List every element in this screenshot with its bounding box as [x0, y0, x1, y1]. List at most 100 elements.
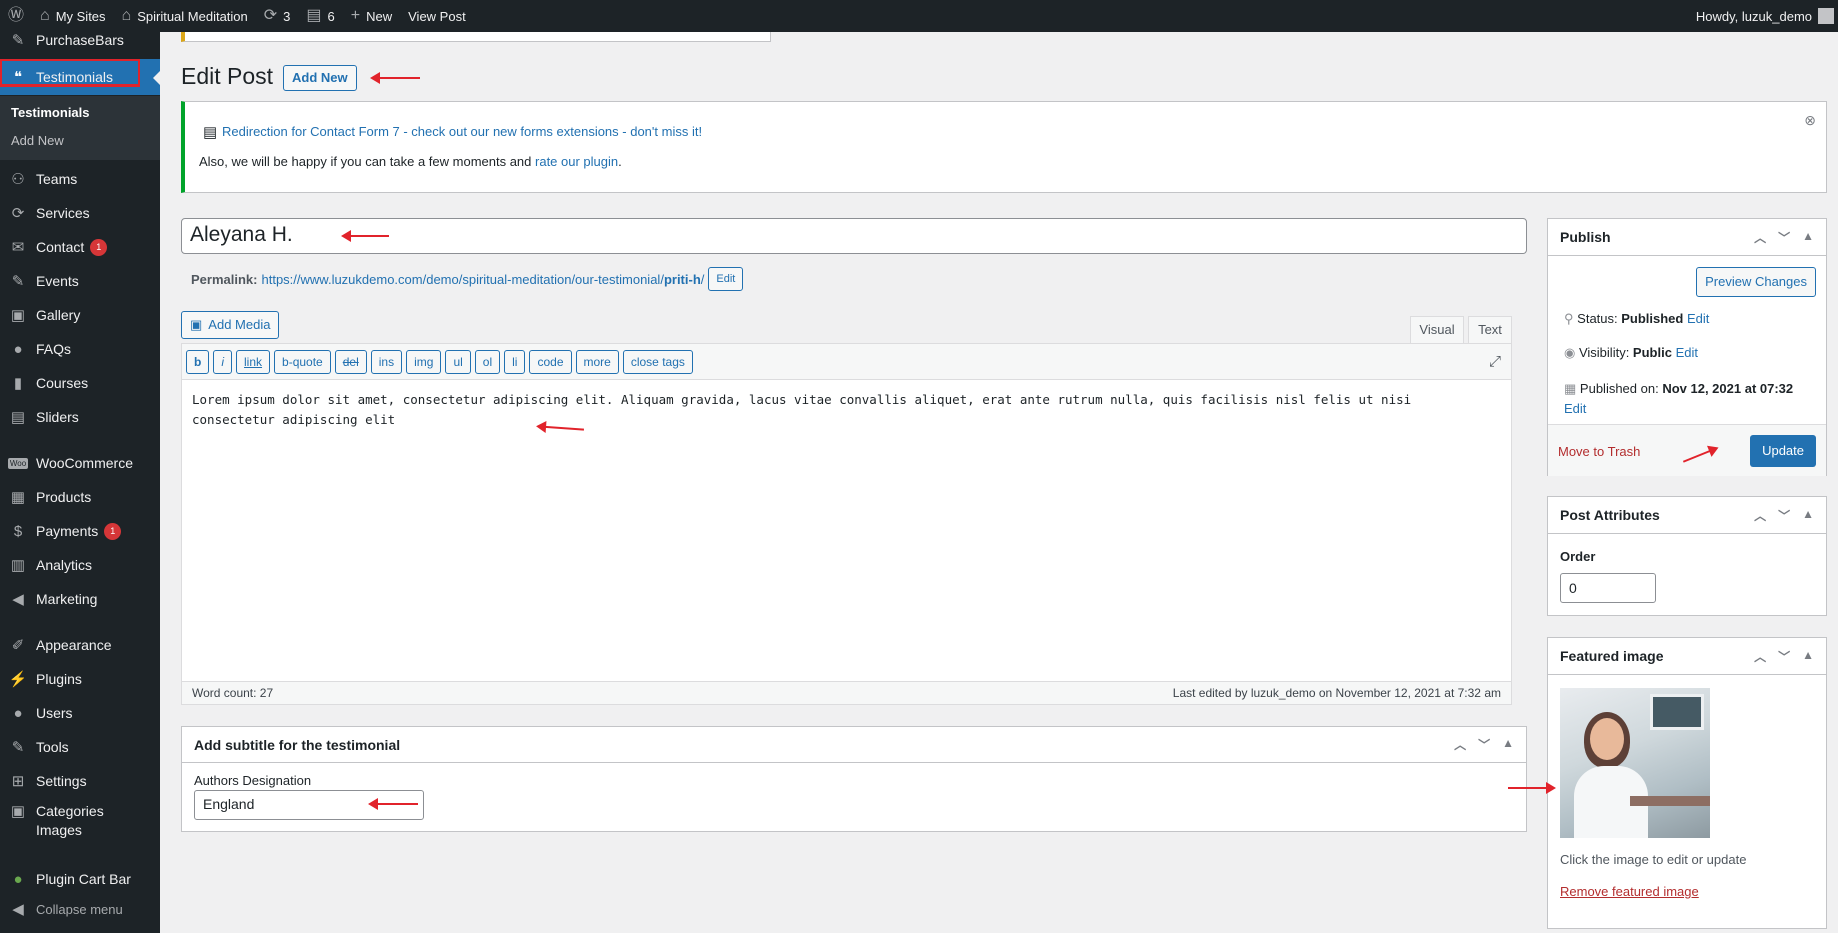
calendar-icon: ▦ — [1564, 381, 1577, 396]
menu-item-marketing[interactable]: ◀ Marketing — [0, 582, 160, 616]
post-attributes-header: Post Attributes ︿ ﹀ ▲ — [1548, 497, 1826, 534]
chevron-down-icon[interactable]: ﹀ — [1778, 648, 1790, 665]
annotation-arrow — [1508, 782, 1556, 794]
fullscreen-icon[interactable]: ⤢ — [1489, 353, 1501, 370]
update-button[interactable]: Update — [1750, 435, 1816, 467]
view-post-link[interactable]: View Post — [400, 0, 474, 32]
status-label: Status: — [1577, 311, 1622, 326]
editor-textarea[interactable]: Lorem ipsum dolor sit amet, consectetur … — [182, 380, 1511, 682]
menu-item-settings[interactable]: ⊞ Settings — [0, 764, 160, 798]
tab-visual[interactable]: Visual — [1410, 316, 1464, 344]
quicktag-bquote[interactable]: b-quote — [274, 349, 331, 374]
page-title: Edit Post — [181, 63, 274, 89]
toggle-icon[interactable]: ▲ — [1802, 507, 1814, 524]
quicktag-del[interactable]: del — [334, 349, 367, 374]
visibility-edit-link[interactable]: Edit — [1676, 345, 1698, 360]
menu-item-sliders[interactable]: ▤ Sliders — [0, 400, 160, 434]
menu-item-faqs[interactable]: ● FAQs — [0, 332, 160, 366]
featured-image-thumbnail[interactable] — [1560, 688, 1710, 838]
chevron-down-icon[interactable]: ﹀ — [1778, 229, 1790, 246]
menu-item-analytics[interactable]: ▥ Analytics — [0, 548, 160, 582]
menu-item-appearance[interactable]: ✐ Appearance — [0, 628, 160, 662]
quicktag-li[interactable]: li — [504, 349, 526, 374]
image-icon: ▣ — [10, 803, 26, 820]
account-menu[interactable]: Howdy, luzuk_demo — [1696, 8, 1838, 24]
menu-item-plugin-cart-bar[interactable]: ● Plugin Cart Bar — [0, 862, 160, 896]
site-name-menu[interactable]: ⌂ Spiritual Meditation — [114, 0, 256, 32]
mail-icon: ✉ — [11, 239, 25, 256]
chevron-up-icon[interactable]: ︿ — [1754, 229, 1766, 246]
quicktag-bold[interactable]: b — [186, 349, 210, 374]
quicktag-img[interactable]: img — [406, 349, 442, 374]
menu-item-courses[interactable]: ▮ Courses — [0, 366, 160, 400]
comment-icon: ▤ — [306, 7, 322, 24]
wordpress-icon: Ⓦ — [8, 7, 25, 24]
quicktag-ins[interactable]: ins — [370, 349, 403, 374]
notice-link[interactable]: Redirection for Contact Form 7 - check o… — [222, 124, 702, 139]
permalink-edit-button[interactable]: Edit — [708, 267, 744, 291]
permalink-link[interactable]: https://www.luzukdemo.com/demo/spiritual… — [261, 272, 704, 287]
menu-item-contact[interactable]: ✉ Contact 1 — [0, 230, 160, 264]
designation-input[interactable]: England — [194, 790, 424, 820]
updates-menu[interactable]: ⟳ 3 — [256, 0, 299, 32]
menu-label: PurchaseBars — [36, 32, 124, 48]
menu-item-plugins[interactable]: ⚡ Plugins — [0, 662, 160, 696]
quicktag-ol[interactable]: ol — [474, 349, 501, 374]
quicktag-italic[interactable]: i — [213, 349, 233, 374]
published-edit-link[interactable]: Edit — [1564, 401, 1586, 416]
menu-item-services[interactable]: ⟳ Services — [0, 196, 160, 230]
menu-item-tools[interactable]: ✎ Tools — [0, 730, 160, 764]
order-input[interactable]: 0 — [1560, 573, 1656, 603]
toggle-icon[interactable]: ▲ — [1802, 229, 1814, 246]
add-new-button[interactable]: Add New — [283, 65, 357, 91]
remove-featured-image-link[interactable]: Remove featured image — [1560, 884, 1699, 899]
publish-header: Publish ︿ ﹀ ▲ — [1548, 219, 1826, 256]
chevron-down-icon[interactable]: ﹀ — [1778, 507, 1790, 524]
menu-label: Images — [36, 822, 82, 838]
chevron-up-icon[interactable]: ︿ — [1454, 736, 1466, 753]
menu-item-events[interactable]: ✎ Events — [0, 264, 160, 298]
status-edit-link[interactable]: Edit — [1687, 311, 1709, 326]
move-to-trash-link[interactable]: Move to Trash — [1558, 444, 1640, 459]
submenu-testimonials[interactable]: Testimonials — [11, 105, 90, 120]
admin-sidebar: ✎ PurchaseBars ❝ Testimonials Testimonials… — [0, 32, 161, 933]
preview-changes-button[interactable]: Preview Changes — [1696, 267, 1816, 297]
tab-text[interactable]: Text — [1468, 316, 1512, 344]
add-media-button[interactable]: ▣ Add Media — [181, 311, 280, 339]
quicktags-toolbar: b i link b-quote del ins img ul ol li co… — [182, 344, 1511, 380]
quicktag-ul[interactable]: ul — [445, 349, 471, 374]
menu-item-purchasebars[interactable]: ✎ PurchaseBars — [0, 32, 160, 48]
menu-item-users[interactable]: ● Users — [0, 696, 160, 730]
new-content-menu[interactable]: + New — [343, 0, 400, 32]
wrench-icon: ✎ — [11, 739, 25, 756]
my-sites-menu[interactable]: ⌂ My Sites — [32, 0, 114, 32]
menu-item-gallery[interactable]: ▣ Gallery — [0, 298, 160, 332]
chevron-up-icon[interactable]: ︿ — [1754, 507, 1766, 524]
wordpress-logo[interactable]: Ⓦ — [0, 0, 32, 32]
quicktag-more[interactable]: more — [575, 349, 619, 374]
menu-item-products[interactable]: ▦ Products — [0, 480, 160, 514]
slides-icon: ▤ — [10, 409, 26, 426]
dismiss-icon[interactable]: ⊗ — [1804, 112, 1816, 129]
submenu-add-new[interactable]: Add New — [11, 133, 64, 148]
permalink-row: Permalink: https://www.luzukdemo.com/dem… — [191, 267, 744, 291]
menu-item-categories-images[interactable]: ▣ Categories Images — [0, 802, 160, 842]
rate-plugin-link[interactable]: rate our plugin — [535, 154, 618, 169]
quicktag-link[interactable]: link — [236, 349, 271, 374]
menu-item-teams[interactable]: ⚇ Teams — [0, 162, 160, 196]
chevron-down-icon[interactable]: ﹀ — [1478, 736, 1490, 753]
toggle-icon[interactable]: ▲ — [1502, 736, 1514, 753]
quicktag-code[interactable]: code — [529, 349, 572, 374]
toggle-icon[interactable]: ▲ — [1802, 648, 1814, 665]
book-icon: ▮ — [13, 375, 23, 392]
menu-item-woocommerce[interactable]: Woo WooCommerce — [0, 446, 160, 480]
collapse-menu[interactable]: ◀ Collapse menu — [0, 894, 160, 924]
avatar — [1818, 8, 1834, 24]
subtitle-metabox-header: Add subtitle for the testimonial ︿ ﹀ ▲ — [182, 727, 1526, 763]
order-label: Order — [1560, 549, 1596, 564]
quicktag-close-tags[interactable]: close tags — [622, 349, 693, 374]
comments-menu[interactable]: ▤ 6 — [298, 0, 342, 32]
chevron-up-icon[interactable]: ︿ — [1754, 648, 1766, 665]
menu-item-payments[interactable]: $ Payments 1 — [0, 514, 160, 548]
permalink-label: Permalink: — [191, 271, 258, 287]
